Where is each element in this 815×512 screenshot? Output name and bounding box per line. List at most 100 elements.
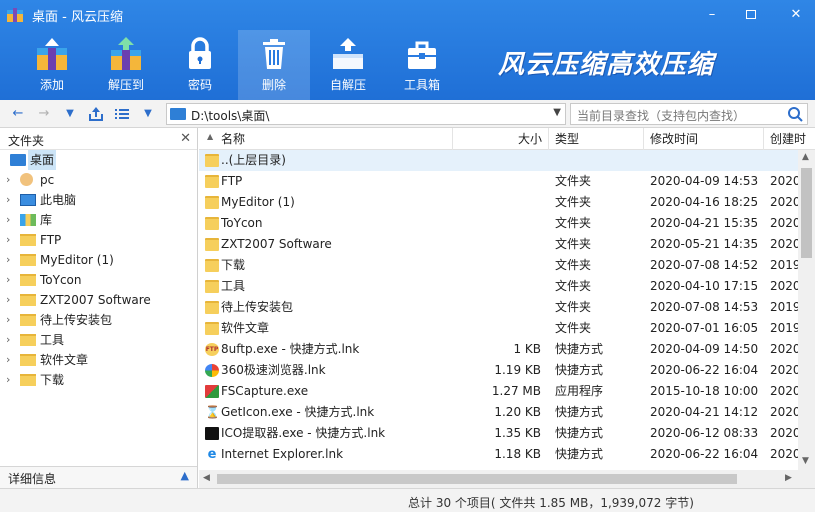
folder-icon [205, 196, 219, 209]
search-icon[interactable] [785, 105, 805, 123]
history-dropdown[interactable]: ▼ [60, 104, 80, 124]
table-row[interactable]: e Internet Explorer.lnk 1.18 KB 快捷方式 2020-06… [199, 444, 801, 465]
extract-to-label: 解压到 [107, 78, 144, 92]
maximize-button[interactable] [737, 4, 765, 26]
close-icon: ✕ [790, 7, 802, 22]
minimize-icon: – [708, 7, 716, 22]
back-button[interactable]: ← [8, 104, 28, 124]
column-type[interactable]: 类型 [549, 128, 644, 150]
table-row[interactable]: ICO提取器.exe - 快捷方式.lnk 1.35 KB 快捷方式 2020-06-… [199, 423, 801, 444]
list-view-icon [115, 109, 129, 119]
scroll-left-icon[interactable]: ◀ [203, 473, 210, 483]
chevron-right-icon[interactable]: › [6, 170, 10, 190]
close-button[interactable]: ✕ [782, 4, 810, 26]
table-row[interactable]: MyEditor (1) 文件夹 2020-04-16 18:25 2020 [199, 192, 801, 213]
chevron-right-icon[interactable]: › [6, 370, 10, 390]
file-modified: 2020-06-22 16:04 [650, 363, 759, 377]
horizontal-scrollbar[interactable]: ◀ ▶ [199, 470, 815, 488]
vertical-scroll-thumb[interactable] [801, 168, 812, 258]
toolbox-icon [408, 41, 436, 69]
chevron-right-icon[interactable]: › [6, 350, 10, 370]
view-mode-dropdown[interactable]: ▼ [138, 104, 158, 124]
status-bar: 总计 30 个项目( 文件共 1.85 MB，1,939,072 字节) [0, 488, 815, 512]
details-panel-header[interactable]: 详细信息 ▲ [0, 466, 197, 488]
tree-item[interactable]: › MyEditor (1) [0, 250, 197, 270]
table-row[interactable]: 工具 文件夹 2020-04-10 17:15 2020 [199, 276, 801, 297]
tree-item[interactable]: › ZXT2007 Software [0, 290, 197, 310]
column-size[interactable]: 大小 [453, 128, 549, 150]
chevron-right-icon[interactable]: › [6, 230, 10, 250]
folder-icon [205, 301, 219, 314]
chevron-right-icon[interactable]: › [6, 270, 10, 290]
table-row[interactable]: ZXT2007 Software 文件夹 2020-05-21 14:35 2020 [199, 234, 801, 255]
chevron-right-icon[interactable]: › [6, 250, 10, 270]
scroll-down-icon[interactable]: ▼ [802, 456, 809, 466]
tree-item[interactable]: 桌面 [0, 150, 197, 170]
file-name: 360极速浏览器.lnk [221, 363, 326, 377]
tree-item[interactable]: › 库 [0, 210, 197, 230]
folder-icon [205, 259, 219, 272]
chevron-right-icon[interactable]: › [6, 310, 10, 330]
table-row[interactable]: 软件文章 文件夹 2020-07-01 16:05 2019 [199, 318, 801, 339]
file-type: 文件夹 [555, 174, 592, 188]
close-icon[interactable]: ✕ [180, 131, 191, 146]
address-path: D:\tools\桌面\ [191, 109, 270, 123]
tree-item[interactable]: › 软件文章 [0, 350, 197, 370]
toolbox-button[interactable]: 工具箱 [386, 30, 458, 100]
scroll-right-icon[interactable]: ▶ [785, 473, 792, 483]
tree-item[interactable]: › 工具 [0, 330, 197, 350]
forward-button[interactable]: → [34, 104, 54, 124]
tree-item-label: FTP [40, 233, 62, 247]
horizontal-scroll-thumb[interactable] [217, 474, 737, 484]
tree-item-label: MyEditor (1) [40, 253, 114, 267]
file-type: 应用程序 [555, 384, 604, 398]
capture-app-icon [205, 385, 219, 398]
address-input[interactable]: D:\tools\桌面\ ▼ [166, 103, 566, 125]
view-mode-button[interactable] [112, 104, 132, 124]
table-row[interactable]: 待上传安装包 文件夹 2020-07-08 14:53 2019 [199, 297, 801, 318]
delete-button[interactable]: 删除 [238, 30, 310, 100]
chevron-right-icon[interactable]: › [6, 330, 10, 350]
hourglass-icon: ⌛ [205, 405, 220, 419]
password-button[interactable]: 密码 [164, 30, 236, 100]
upload-icon [89, 107, 103, 121]
chevron-down-icon[interactable]: ▼ [553, 107, 561, 118]
tree-item[interactable]: › ToYcon [0, 270, 197, 290]
tree-item[interactable]: › pc [0, 170, 197, 190]
table-row[interactable]: ToYcon 文件夹 2020-04-21 15:35 2020 [199, 213, 801, 234]
file-name: ICO提取器.exe - 快捷方式.lnk [221, 426, 386, 440]
column-header: 名称 大小 类型 修改时间 创建时 ▲ [199, 128, 815, 150]
up-folder-button[interactable] [86, 104, 106, 124]
folder-panel-header: 文件夹 ✕ [0, 128, 197, 150]
tree-item[interactable]: › 下载 [0, 370, 197, 390]
search-input[interactable]: 当前目录查找（支持包内查找） [570, 103, 808, 125]
tree-item-label: 待上传安装包 [40, 313, 113, 327]
column-modified[interactable]: 修改时间 [644, 128, 764, 150]
self-extract-button[interactable]: 自解压 [312, 30, 384, 100]
vertical-scrollbar[interactable]: ▲ ▼ [798, 150, 815, 470]
tree-item[interactable]: › 待上传安装包 [0, 310, 197, 330]
table-row[interactable]: FTP 8uftp.exe - 快捷方式.lnk 1 KB 快捷方式 2020-04-0… [199, 339, 801, 360]
column-name[interactable]: 名称 [199, 128, 453, 150]
folder-icon [205, 238, 219, 251]
table-row[interactable]: FSCapture.exe 1.27 MB 应用程序 2015-10-18 10:00… [199, 381, 801, 402]
chevron-right-icon[interactable]: › [6, 190, 10, 210]
chevron-right-icon[interactable]: › [6, 290, 10, 310]
table-row[interactable]: ⌛ GetIcon.exe - 快捷方式.lnk 1.20 KB 快捷方式 2020-0… [199, 402, 801, 423]
table-row[interactable]: 360极速浏览器.lnk 1.19 KB 快捷方式 2020-06-22 16:04 2… [199, 360, 801, 381]
desktop-icon [10, 154, 26, 166]
chevron-right-icon[interactable]: › [6, 210, 10, 230]
column-created[interactable]: 创建时 [764, 128, 815, 150]
parent-directory-row[interactable]: ..(上层目录) [199, 150, 799, 171]
folder-tree-panel: 文件夹 ✕ 桌面 › pc › 此电脑 › 库 › FTP › MyEditor (1) › ToYco… [0, 128, 198, 488]
table-row[interactable]: FTP 文件夹 2020-04-09 14:53 2020 [199, 171, 801, 192]
table-row[interactable]: 下载 文件夹 2020-07-08 14:52 2019 [199, 255, 801, 276]
extract-to-button[interactable]: 解压到 [90, 30, 162, 100]
chevron-up-icon[interactable]: ▲ [181, 469, 189, 482]
scroll-up-icon[interactable]: ▲ [802, 152, 809, 162]
file-type: 文件夹 [555, 195, 592, 209]
tree-item[interactable]: › 此电脑 [0, 190, 197, 210]
add-button[interactable]: 添加 [16, 30, 88, 100]
tree-item[interactable]: › FTP [0, 230, 197, 250]
minimize-button[interactable]: – [698, 4, 726, 26]
